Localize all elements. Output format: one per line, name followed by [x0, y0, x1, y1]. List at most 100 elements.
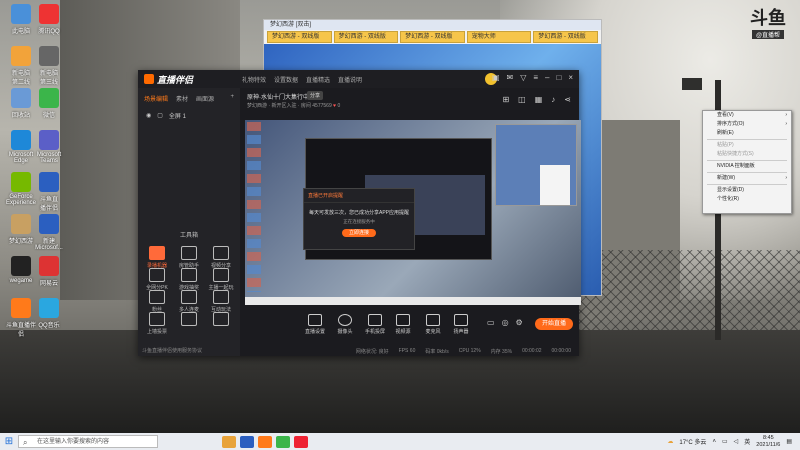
- close-icon[interactable]: ×: [568, 73, 573, 82]
- toolbox-item[interactable]: [174, 312, 204, 328]
- lock-icon[interactable]: ▢: [157, 112, 163, 119]
- menu-item[interactable]: 直播精选: [306, 75, 330, 84]
- windows-start-icon[interactable]: ⊞: [0, 436, 18, 447]
- eye-icon[interactable]: ◉: [146, 112, 151, 119]
- browser-tabs: 梦幻西游 - 双线版 梦幻西游 - 双线版 梦幻西游 - 双线版 宠物大师 梦幻…: [264, 30, 601, 44]
- browser-tab[interactable]: 宠物大师: [466, 31, 532, 43]
- weather-text[interactable]: 17°C 多云: [679, 437, 706, 446]
- menu-icon[interactable]: ≡: [533, 73, 538, 82]
- taskbar-app-icon[interactable]: [294, 435, 308, 448]
- app-logo: 直播伴侣: [144, 73, 234, 86]
- toolbox-item[interactable]: 录播机器: [142, 246, 172, 269]
- desktop-icon[interactable]: 微信: [32, 88, 66, 119]
- toolbox-item[interactable]: 主播一起玩: [206, 268, 236, 291]
- menu-item[interactable]: 直播说明: [338, 75, 362, 84]
- tab-assets[interactable]: 素材: [176, 94, 188, 103]
- chevron-right-icon: ›: [785, 175, 787, 181]
- view-icon[interactable]: ◎: [502, 318, 509, 327]
- tab-scene-edit[interactable]: 场景编辑: [144, 94, 168, 103]
- record-icon[interactable]: ▦: [535, 95, 543, 104]
- context-menu-item[interactable]: 个性化(R): [703, 195, 791, 204]
- preview-context-menu: [540, 165, 570, 205]
- volume-icon[interactable]: ◁: [734, 438, 739, 445]
- context-menu-item[interactable]: 刷新(E): [703, 129, 791, 138]
- phone-icon: [368, 314, 382, 326]
- toolbox-item[interactable]: 多人连麦: [174, 290, 204, 313]
- ctrl-phone-cast[interactable]: 手机投屏: [361, 314, 389, 335]
- toolbox-item[interactable]: 互动玩法: [206, 290, 236, 313]
- context-menu-item[interactable]: 新建(W) ›: [703, 174, 791, 183]
- ctrl-live-settings[interactable]: 直播设置: [301, 314, 329, 335]
- taskbar-app-icon[interactable]: [276, 435, 290, 448]
- desktop-icon-label: 腾讯QQ: [38, 29, 60, 35]
- taskbar-app-icon[interactable]: [222, 435, 236, 448]
- desktop-icon[interactable]: 新建 Microsof...: [32, 214, 66, 251]
- maximize-icon[interactable]: □: [556, 73, 561, 82]
- tool-icon: [149, 268, 165, 282]
- desktop-icon[interactable]: QQ音乐: [32, 298, 66, 329]
- ctrl-microphone[interactable]: 麦克风: [419, 314, 447, 335]
- context-menu-item[interactable]: NVIDIA 控制面板: [703, 162, 791, 171]
- menu-item[interactable]: 礼物特效: [242, 75, 266, 84]
- context-menu-item[interactable]: 排序方式(O) ›: [703, 120, 791, 129]
- context-menu-item[interactable]: 显示设置(D): [703, 186, 791, 195]
- status-fps: FPS 60: [398, 348, 416, 354]
- toolbox-item[interactable]: [206, 312, 236, 328]
- menu-item[interactable]: 设置数据: [274, 75, 298, 84]
- desktop-icon[interactable]: 斗鱼直 播伴侣: [32, 172, 66, 212]
- context-menu-item[interactable]: 查看(V) ›: [703, 111, 791, 120]
- desktop-icon[interactable]: 新电脑 第三线: [32, 46, 66, 86]
- taskbar-app-icon[interactable]: [258, 435, 272, 448]
- desktop-icon[interactable]: 网易云: [32, 256, 66, 287]
- watermark-tag: @直播帮: [752, 30, 784, 39]
- notification-icon[interactable]: ▤: [786, 438, 792, 445]
- layout-icon[interactable]: ⊞: [502, 95, 509, 104]
- desktop-icon[interactable]: Microsoft Teams: [32, 130, 66, 164]
- share-icon[interactable]: ⋖: [564, 95, 571, 104]
- menu-separator: [707, 184, 787, 185]
- gear-icon[interactable]: ⚙: [516, 318, 523, 327]
- app-titlebar[interactable]: 直播伴侣 礼物特效 设置数据 直播精选 直播说明 ▣ ✉ ▽ ≡ – □ ×: [138, 70, 579, 88]
- bell-icon[interactable]: ♪: [551, 95, 555, 104]
- ctrl-video-source[interactable]: 视频源: [389, 314, 417, 335]
- toolbox-item[interactable]: 视频分享: [206, 246, 236, 269]
- network-icon[interactable]: ▭: [722, 438, 728, 445]
- toolbox-item[interactable]: 粉丝: [142, 290, 172, 313]
- message-icon[interactable]: ✉: [507, 73, 514, 82]
- settings-icon[interactable]: ▽: [520, 73, 526, 82]
- ime-indicator[interactable]: 英: [744, 437, 750, 446]
- room-title[interactable]: 原神·水仙十门大集行中: [247, 92, 309, 101]
- ctrl-speaker[interactable]: 扬声器: [447, 314, 475, 335]
- ctrl-camera[interactable]: 摄像头: [331, 314, 359, 335]
- add-scene-icon[interactable]: +: [230, 94, 234, 103]
- scene-item[interactable]: ◉ ▢ 全屏 1: [138, 109, 240, 122]
- toolbox-item[interactable]: 房管助手: [174, 246, 204, 269]
- record-camera-icon[interactable]: ▭: [487, 318, 495, 327]
- share-badge[interactable]: 分享: [307, 91, 324, 100]
- toolbox-item[interactable]: 游戏抽奖: [174, 268, 204, 291]
- menu-separator: [707, 172, 787, 173]
- tray-chevron-icon[interactable]: ˄: [712, 439, 716, 445]
- stream-preview[interactable]: 直播已开启提醒 每天可发放三次，您已成功分享APP应用提醒 正在连接服务中 立即…: [245, 120, 581, 305]
- start-live-button[interactable]: 开始直播: [535, 318, 573, 330]
- tab-sources[interactable]: 画面源: [196, 94, 214, 103]
- toolbox-item[interactable]: 上墙投票: [142, 312, 172, 335]
- lock-icon[interactable]: ◫: [518, 95, 526, 104]
- minimize-icon[interactable]: –: [545, 73, 549, 82]
- browser-tab[interactable]: 梦幻西游 - 双线版: [400, 31, 465, 43]
- browser-tab[interactable]: 梦幻西游 - 双线版: [267, 31, 332, 43]
- toolbox-item[interactable]: 全网分PK: [142, 268, 172, 291]
- weather-icon[interactable]: ☁: [667, 438, 673, 445]
- clock[interactable]: 8:45 2021/11/6: [756, 435, 780, 449]
- connect-button[interactable]: 立即连接: [342, 229, 376, 237]
- desktop-icon[interactable]: 腾讯QQ: [32, 4, 66, 35]
- context-menu-label: 排序方式(O): [717, 121, 745, 127]
- service-agreement-link[interactable]: 斗鱼直播伴侣使用服务协议: [142, 347, 202, 354]
- browser-tab[interactable]: 梦幻西游 - 双线版: [533, 31, 598, 43]
- browser-tab[interactable]: 梦幻西游 - 双线版: [333, 31, 399, 43]
- browser-titlebar[interactable]: 梦幻西游 [双击]: [264, 20, 601, 30]
- taskbar-search[interactable]: ⌕ 在这里输入你要搜索的内容: [18, 435, 158, 448]
- taskbar-app-icon[interactable]: [240, 435, 254, 448]
- skin-icon[interactable]: ▣: [492, 73, 500, 82]
- tool-icon: [181, 312, 197, 326]
